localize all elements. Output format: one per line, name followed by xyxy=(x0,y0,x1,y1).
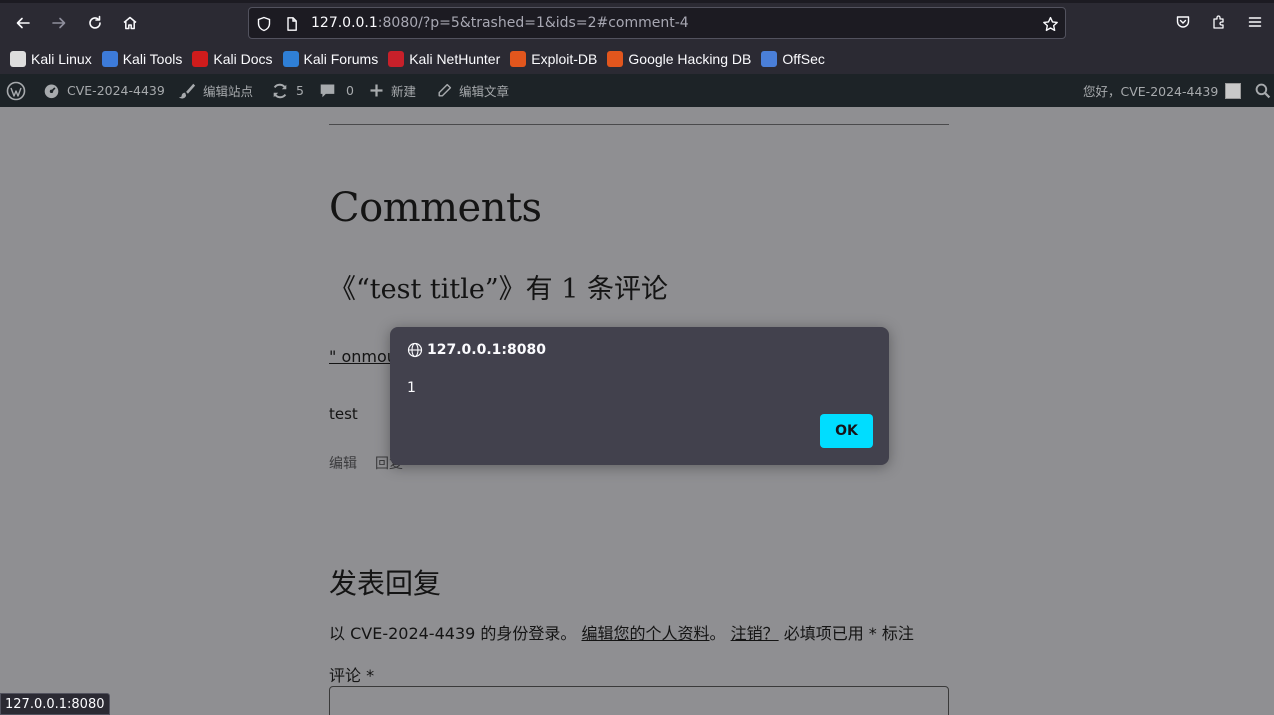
pocket-button[interactable] xyxy=(1172,11,1194,33)
bookmark-google-hacking-db[interactable]: Google Hacking DB xyxy=(607,51,751,67)
bookmark-label: Google Hacking DB xyxy=(628,51,752,67)
wordpress-logo-icon xyxy=(6,81,26,100)
nethunter-icon xyxy=(388,51,405,67)
bookmark-label: Kali Forums xyxy=(303,51,379,67)
menu-button[interactable] xyxy=(1244,11,1266,33)
customize-label: 编辑站点 xyxy=(203,84,254,99)
home-button[interactable] xyxy=(116,9,144,37)
kali-tools-icon xyxy=(101,51,118,67)
kali-dragon-icon xyxy=(10,51,26,67)
back-button[interactable] xyxy=(9,9,37,37)
bookmark-label: Kali Linux xyxy=(31,51,92,67)
comment-label: 评论 * xyxy=(329,666,375,685)
bookmark-offsec[interactable]: OffSec xyxy=(761,51,825,67)
edit-post-menu[interactable]: 编辑文章 xyxy=(436,74,509,107)
bookmark-label: Kali Tools xyxy=(122,51,183,67)
exploit-db-icon xyxy=(510,51,527,67)
comments-count: 0 xyxy=(346,83,354,98)
offsec-icon xyxy=(761,51,778,67)
link-status-bar: 127.0.0.1:8080 xyxy=(0,693,110,715)
bookmark-label: Kali NetHunter xyxy=(409,51,501,67)
pencil-icon xyxy=(438,83,452,97)
alert-dialog: 127.0.0.1:8080 1 OK xyxy=(390,327,889,465)
site-name-menu[interactable]: CVE-2024-4439 xyxy=(43,74,165,107)
paintbrush-icon xyxy=(178,83,196,98)
sentence-period: 。 xyxy=(709,624,726,643)
home-icon xyxy=(123,16,137,30)
my-account-menu[interactable]: 您好，CVE-2024-4439 xyxy=(1083,74,1242,107)
search-icon xyxy=(1255,83,1271,98)
comments-count-heading: 《“test title”》有 1 条评论 xyxy=(329,274,669,305)
updates-count: 5 xyxy=(296,83,304,98)
comment-bubble-icon xyxy=(320,84,335,98)
arrow-left-icon xyxy=(16,17,30,29)
page-icon[interactable] xyxy=(283,15,301,33)
puzzle-icon xyxy=(1213,15,1224,29)
ok-button[interactable]: OK xyxy=(820,414,873,448)
bookmark-label: OffSec xyxy=(782,51,825,67)
comments-heading: Comments xyxy=(329,185,542,231)
logged-in-as: 以 CVE-2024-4439 的身份登录。 编辑您的个人资料。 注销？ 必填项… xyxy=(329,620,914,644)
bookmark-kali-forums[interactable]: Kali Forums xyxy=(282,51,379,67)
reload-icon xyxy=(89,15,101,29)
edit-post-label: 编辑文章 xyxy=(459,84,510,99)
url-bar[interactable]: 127.0.0.1:8080/?p=5&trashed=1&ids=2#comm… xyxy=(248,7,1066,39)
reload-button[interactable] xyxy=(81,9,109,37)
dialog-origin: 127.0.0.1:8080 xyxy=(407,342,546,358)
dialog-origin-text: 127.0.0.1:8080 xyxy=(427,342,546,358)
ghdb-icon xyxy=(607,51,624,67)
arrow-right-icon xyxy=(52,17,66,29)
url-host: 127.0.0.1 xyxy=(311,15,378,31)
kali-forums-icon xyxy=(282,51,299,67)
comment-textarea[interactable] xyxy=(329,686,949,715)
comment-edit-link[interactable]: 编辑 xyxy=(329,456,357,472)
browser-toolbar: 127.0.0.1:8080/?p=5&trashed=1&ids=2#comm… xyxy=(0,0,1274,44)
search-button[interactable] xyxy=(1255,74,1274,107)
url-path: :8080/?p=5&trashed=1&ids=2#comment-4 xyxy=(377,15,689,31)
required-note: 必填项已用 * 标注 xyxy=(783,624,914,643)
tab-strip-edge xyxy=(0,0,1274,3)
bookmark-label: Kali Docs xyxy=(213,51,273,67)
comment-text: test xyxy=(329,405,358,423)
site-name: CVE-2024-4439 xyxy=(67,83,165,98)
avatar xyxy=(1225,82,1242,99)
customize-menu[interactable]: 编辑站点 xyxy=(178,74,253,107)
shield-icon[interactable] xyxy=(255,15,273,33)
reply-heading: 发表回复 xyxy=(329,567,442,600)
extensions-button[interactable] xyxy=(1208,11,1230,33)
dashboard-gauge-icon xyxy=(44,84,59,99)
globe-icon xyxy=(407,342,423,358)
wp-admin-bar: CVE-2024-4439 编辑站点 5 0 新建 编辑文章 您好，CVE-20… xyxy=(0,74,1274,107)
greeting: 您好，CVE-2024-4439 xyxy=(1083,84,1219,99)
updates-icon xyxy=(273,83,287,98)
edit-profile-link[interactable]: 编辑您的个人资料 xyxy=(581,624,709,643)
url-text[interactable]: 127.0.0.1:8080/?p=5&trashed=1&ids=2#comm… xyxy=(311,15,689,31)
bookmark-kali-tools[interactable]: Kali Tools xyxy=(101,51,183,67)
dialog-message: 1 xyxy=(407,380,416,396)
hamburger-icon xyxy=(1248,17,1262,27)
bookmark-kali-docs[interactable]: Kali Docs xyxy=(192,51,273,67)
separator xyxy=(329,124,949,125)
updates-menu[interactable]: 5 xyxy=(271,74,304,107)
bookmarks-toolbar: Kali Linux Kali Tools Kali Docs Kali For… xyxy=(0,44,1274,74)
logout-link[interactable]: 注销？ xyxy=(731,624,779,643)
bookmark-kali-linux[interactable]: Kali Linux xyxy=(10,51,92,67)
bookmark-star-icon[interactable] xyxy=(1041,15,1059,33)
bookmark-exploit-db[interactable]: Exploit-DB xyxy=(510,51,597,67)
plus-icon xyxy=(370,84,383,97)
bookmark-kali-nethunter[interactable]: Kali NetHunter xyxy=(388,51,500,67)
logged-in-prefix: 以 CVE-2024-4439 的身份登录。 xyxy=(329,624,577,643)
comments-menu[interactable]: 0 xyxy=(319,74,354,107)
forward-button[interactable] xyxy=(45,9,73,37)
comment-author-link[interactable]: " onmou xyxy=(329,347,391,366)
kali-docs-icon xyxy=(192,51,209,67)
pocket-icon xyxy=(1176,16,1190,28)
new-content-menu[interactable]: 新建 xyxy=(369,74,416,107)
new-label: 新建 xyxy=(391,84,417,99)
bookmark-label: Exploit-DB xyxy=(531,51,598,67)
wp-logo-menu[interactable] xyxy=(6,74,33,107)
